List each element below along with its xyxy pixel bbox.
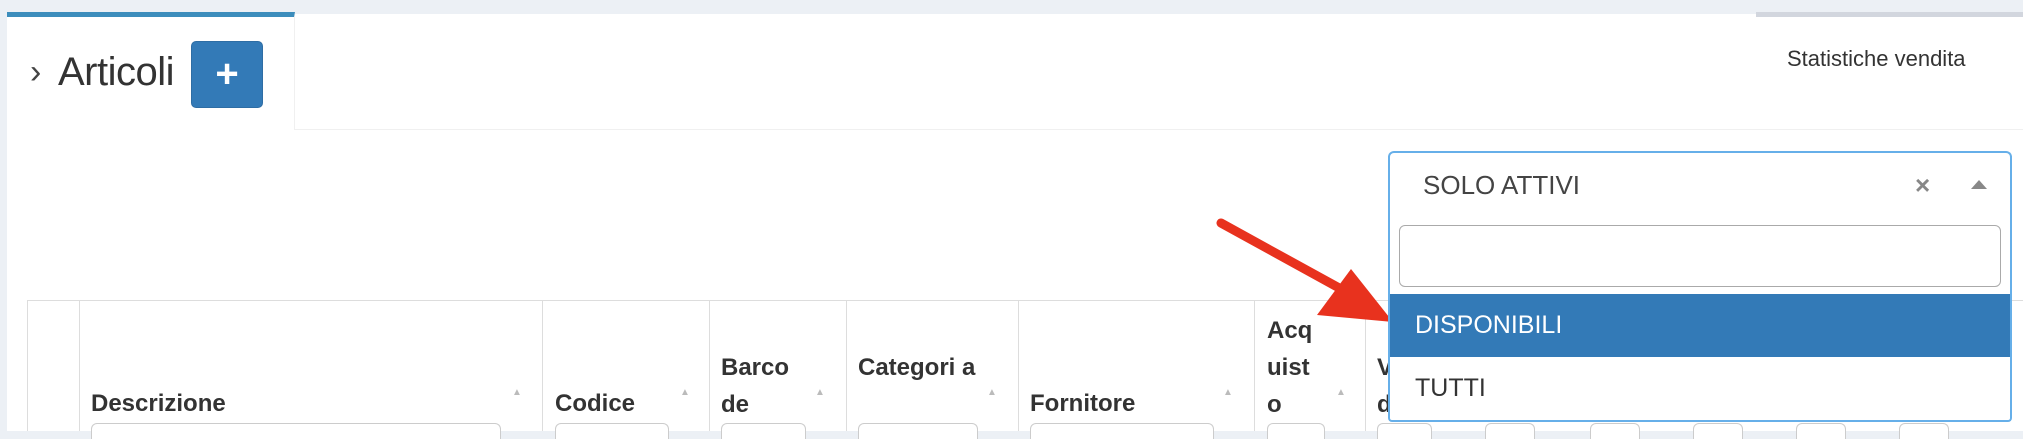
header-divider (295, 129, 2023, 130)
filter-input[interactable] (1796, 423, 1846, 439)
column-divider (542, 300, 543, 431)
filter-input-barcode[interactable] (721, 423, 806, 439)
add-article-button[interactable]: + (191, 41, 263, 108)
column-divider (709, 300, 710, 431)
filter-input[interactable] (1899, 423, 1949, 439)
filter-input[interactable] (1485, 423, 1535, 439)
column-header-categoria[interactable]: Categori a (858, 349, 978, 386)
sort-icon[interactable]: ▲ (815, 387, 825, 398)
filter-input-descrizione[interactable] (91, 423, 501, 439)
filter-input-codice[interactable] (555, 423, 669, 439)
column-header-descrizione[interactable]: Descrizione (91, 385, 226, 422)
stats-link[interactable]: Statistiche vendita (1787, 46, 1966, 72)
tab-strip (0, 0, 2023, 14)
page-title: Articoli (58, 50, 175, 94)
sort-icon[interactable]: ▲ (512, 387, 522, 398)
caret-up-icon[interactable] (1971, 180, 1987, 189)
sort-icon[interactable]: ▲ (1336, 387, 1346, 398)
column-divider (79, 300, 80, 431)
filter-input-categoria[interactable] (858, 423, 978, 439)
filter-input[interactable] (1693, 423, 1743, 439)
column-header-fornitore[interactable]: Fornitore (1030, 385, 1135, 422)
sort-icon[interactable]: ▲ (1223, 387, 1233, 398)
status-select-value: SOLO ATTIVI (1423, 170, 1581, 200)
column-divider (846, 300, 847, 431)
sort-icon[interactable]: ▲ (680, 387, 690, 398)
chevron-right-icon: › (30, 53, 42, 91)
column-header-barcode[interactable]: Barco de (721, 349, 811, 423)
column-header-codice[interactable]: Codice (555, 385, 635, 422)
filter-input-vendita[interactable] (1377, 423, 1432, 439)
clear-icon[interactable]: × (1915, 170, 1930, 201)
column-divider (1018, 300, 1019, 431)
filter-input[interactable] (1590, 423, 1640, 439)
dropdown-option-disponibili[interactable]: DISPONIBILI (1390, 294, 2010, 357)
sort-icon[interactable]: ▲ (987, 387, 997, 398)
filter-input-fornitore[interactable] (1030, 423, 1214, 439)
dropdown-search-input[interactable] (1399, 225, 2001, 287)
filter-input-acquisto[interactable] (1267, 423, 1325, 439)
dropdown-option-tutti[interactable]: TUTTI (1390, 357, 2010, 420)
red-arrow-annotation (1216, 218, 1393, 322)
